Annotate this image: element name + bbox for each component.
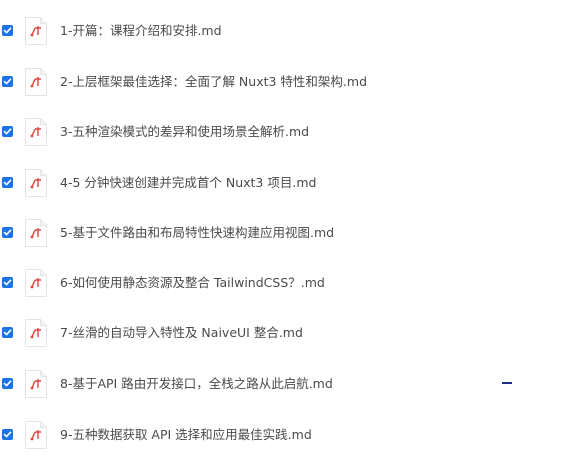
file-row[interactable]: 5-基于文件路由和布局特性快速构建应用视图.md bbox=[0, 214, 569, 254]
file-name[interactable]: 6-如何使用静态资源及整合 TailwindCSS？.md bbox=[60, 275, 325, 291]
file-row[interactable]: 3-五种渲染模式的差异和使用场景全解析.md bbox=[0, 113, 569, 153]
markdown-file-icon bbox=[24, 318, 48, 348]
checkmark-icon bbox=[3, 128, 12, 135]
file-row[interactable]: 8-基于API 路由开发接口，全栈之路从此启航.md bbox=[0, 365, 569, 405]
file-checkbox[interactable] bbox=[2, 429, 13, 440]
checkmark-icon bbox=[3, 78, 12, 85]
file-checkbox[interactable] bbox=[2, 227, 13, 238]
file-checkbox[interactable] bbox=[2, 76, 13, 87]
file-row[interactable]: 4-5 分钟快速创建并完成首个 Nuxt3 项目.md bbox=[0, 164, 569, 204]
file-name[interactable]: 9-五种数据获取 API 选择和应用最佳实践.md bbox=[60, 427, 312, 443]
markdown-file-icon bbox=[24, 268, 48, 298]
file-name[interactable]: 4-5 分钟快速创建并完成首个 Nuxt3 项目.md bbox=[60, 175, 316, 191]
file-row[interactable]: 1-开篇：课程介绍和安排.md bbox=[0, 12, 569, 52]
markdown-file-icon bbox=[24, 16, 48, 46]
file-name[interactable]: 2-上层框架最佳选择：全面了解 Nuxt3 特性和架构.md bbox=[60, 74, 367, 90]
file-name[interactable]: 5-基于文件路由和布局特性快速构建应用视图.md bbox=[60, 225, 334, 241]
markdown-file-icon bbox=[24, 420, 48, 450]
file-row[interactable]: 2-上层框架最佳选择：全面了解 Nuxt3 特性和架构.md bbox=[0, 63, 569, 103]
checkmark-icon bbox=[3, 380, 12, 387]
file-checkbox[interactable] bbox=[2, 177, 13, 188]
checkmark-icon bbox=[3, 27, 12, 34]
markdown-file-icon bbox=[24, 218, 48, 248]
file-checkbox[interactable] bbox=[2, 327, 13, 338]
markdown-file-icon bbox=[24, 67, 48, 97]
file-name[interactable]: 7-丝滑的自动导入特性及 NaiveUI 整合.md bbox=[60, 325, 303, 341]
file-row[interactable]: 9-五种数据获取 API 选择和应用最佳实践.md bbox=[0, 416, 569, 456]
checkmark-icon bbox=[3, 329, 12, 336]
checkmark-icon bbox=[3, 279, 12, 286]
file-name[interactable]: 8-基于API 路由开发接口，全栈之路从此启航.md bbox=[60, 376, 333, 392]
markdown-file-icon bbox=[24, 168, 48, 198]
markdown-file-icon bbox=[24, 369, 48, 399]
file-name[interactable]: 1-开篇：课程介绍和安排.md bbox=[60, 23, 222, 39]
checkmark-icon bbox=[3, 179, 12, 186]
file-checkbox[interactable] bbox=[2, 277, 13, 288]
file-list: 1-开篇：课程介绍和安排.md 2-上层框架最佳选择：全面了解 Nuxt3 特性… bbox=[0, 0, 569, 449]
file-checkbox[interactable] bbox=[2, 378, 13, 389]
markdown-file-icon bbox=[24, 117, 48, 147]
file-checkbox[interactable] bbox=[2, 126, 13, 137]
file-name[interactable]: 3-五种渲染模式的差异和使用场景全解析.md bbox=[60, 124, 309, 140]
file-checkbox[interactable] bbox=[2, 25, 13, 36]
file-row[interactable]: 7-丝滑的自动导入特性及 NaiveUI 整合.md bbox=[0, 314, 569, 354]
file-row[interactable]: 6-如何使用静态资源及整合 TailwindCSS？.md bbox=[0, 264, 569, 304]
checkmark-icon bbox=[3, 229, 12, 236]
minus-icon[interactable] bbox=[502, 382, 512, 384]
